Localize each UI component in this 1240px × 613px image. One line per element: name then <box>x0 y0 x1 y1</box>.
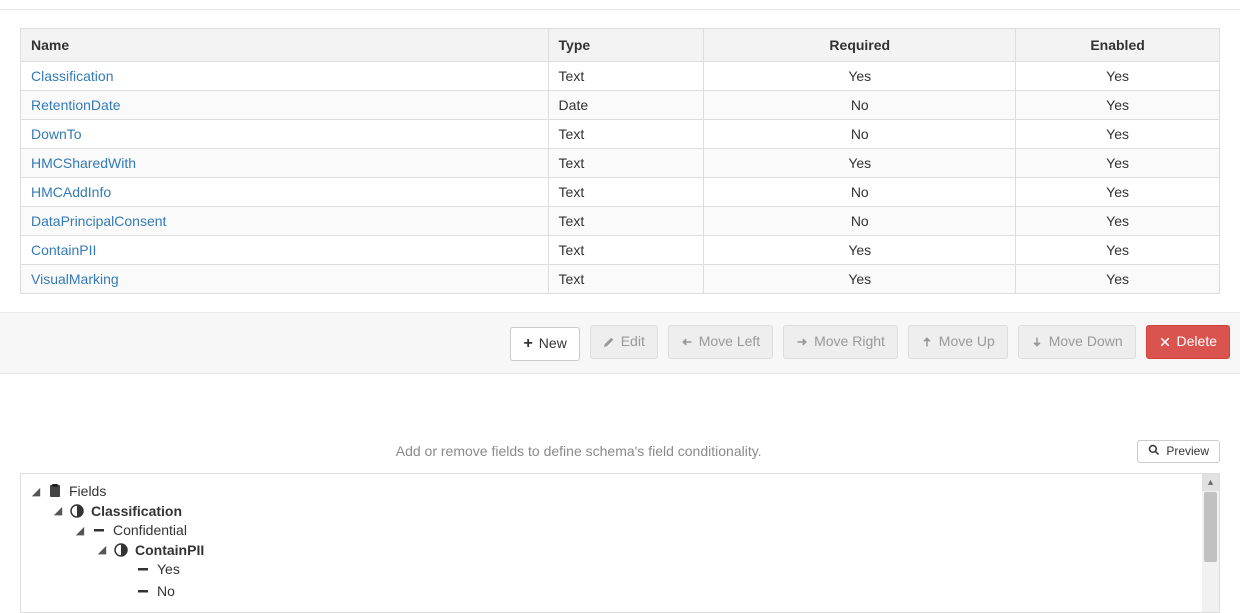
button-label: New <box>539 334 567 354</box>
table-row[interactable]: HMCSharedWith Text Yes Yes <box>21 149 1220 178</box>
scroll-up-icon[interactable]: ▴ <box>1202 474 1219 491</box>
expand-toggle-icon[interactable]: ◢ <box>75 525 85 535</box>
field-required: No <box>704 91 1016 120</box>
plus-icon: + <box>523 338 532 350</box>
button-label: Move Up <box>939 332 995 352</box>
field-required: Yes <box>704 265 1016 294</box>
button-label: Move Down <box>1049 332 1123 352</box>
delete-button[interactable]: Delete <box>1146 325 1230 359</box>
dash-icon <box>91 523 107 537</box>
conditionality-tree-panel: ◢ Fields ◢ Classification <box>20 473 1220 613</box>
field-enabled: Yes <box>1016 178 1220 207</box>
contrast-circle-icon <box>69 504 85 518</box>
table-row[interactable]: DownTo Text No Yes <box>21 120 1220 149</box>
button-label: Preview <box>1166 444 1209 458</box>
arrow-up-icon <box>921 336 933 348</box>
field-link[interactable]: DownTo <box>31 126 82 142</box>
button-label: Move Right <box>814 332 885 352</box>
table-row[interactable]: DataPrincipalConsent Text No Yes <box>21 207 1220 236</box>
arrow-left-icon <box>681 336 693 348</box>
field-enabled: Yes <box>1016 265 1220 294</box>
search-icon <box>1148 444 1160 459</box>
table-toolbar: + New Edit Move Left Move Right Move Up … <box>0 312 1240 374</box>
table-row[interactable]: VisualMarking Text Yes Yes <box>21 265 1220 294</box>
field-required: Yes <box>704 236 1016 265</box>
tree-node-label: Classification <box>91 503 182 519</box>
field-link[interactable]: ContainPII <box>31 242 96 258</box>
tree-node-label: ContainPII <box>135 542 204 558</box>
field-link[interactable]: DataPrincipalConsent <box>31 213 166 229</box>
field-enabled: Yes <box>1016 62 1220 91</box>
table-header-row: Name Type Required Enabled <box>21 29 1220 62</box>
field-type: Text <box>548 178 704 207</box>
col-type[interactable]: Type <box>548 29 704 62</box>
field-type: Text <box>548 62 704 91</box>
dash-icon <box>135 584 151 598</box>
tree-node-yes[interactable]: ◢ Yes <box>119 561 180 577</box>
scrollbar-thumb[interactable] <box>1204 492 1217 562</box>
col-enabled[interactable]: Enabled <box>1016 29 1220 62</box>
tree-node-label: Confidential <box>113 522 187 538</box>
arrow-down-icon <box>1031 336 1043 348</box>
field-link[interactable]: HMCSharedWith <box>31 155 136 171</box>
arrow-right-icon <box>796 336 808 348</box>
tree-node-label: No <box>157 583 175 599</box>
move-down-button[interactable]: Move Down <box>1018 325 1136 359</box>
fields-table: Name Type Required Enabled Classificatio… <box>20 28 1220 294</box>
conditionality-tree: ◢ Fields ◢ Classification <box>21 474 1219 613</box>
move-left-button[interactable]: Move Left <box>668 325 773 359</box>
field-type: Text <box>548 149 704 178</box>
dash-icon <box>135 562 151 576</box>
col-required[interactable]: Required <box>704 29 1016 62</box>
tree-node-label: Yes <box>157 561 180 577</box>
tree-node-containpii[interactable]: ◢ ContainPII <box>97 542 204 558</box>
contrast-circle-icon <box>113 543 129 557</box>
field-required: No <box>704 178 1016 207</box>
field-enabled: Yes <box>1016 120 1220 149</box>
field-link[interactable]: Classification <box>31 68 113 84</box>
field-type: Text <box>548 236 704 265</box>
field-required: Yes <box>704 62 1016 91</box>
field-required: Yes <box>704 149 1016 178</box>
field-link[interactable]: RetentionDate <box>31 97 121 113</box>
preview-button[interactable]: Preview <box>1137 440 1220 463</box>
table-row[interactable]: Classification Text Yes Yes <box>21 62 1220 91</box>
field-type: Date <box>548 91 704 120</box>
field-enabled: Yes <box>1016 91 1220 120</box>
field-link[interactable]: HMCAddInfo <box>31 184 111 200</box>
tree-node-confidential[interactable]: ◢ Confidential <box>75 522 187 538</box>
tree-node-classification[interactable]: ◢ Classification <box>53 503 182 519</box>
table-row[interactable]: ContainPII Text Yes Yes <box>21 236 1220 265</box>
table-row[interactable]: HMCAddInfo Text No Yes <box>21 178 1220 207</box>
field-enabled: Yes <box>1016 149 1220 178</box>
tree-node-fields[interactable]: ◢ Fields <box>31 483 106 499</box>
move-right-button[interactable]: Move Right <box>783 325 898 359</box>
button-label: Edit <box>621 332 645 352</box>
clipboard-icon <box>47 484 63 498</box>
tree-node-no[interactable]: ◢ No <box>119 583 175 599</box>
field-type: Text <box>548 120 704 149</box>
field-type: Text <box>548 265 704 294</box>
edit-button[interactable]: Edit <box>590 325 658 359</box>
close-icon <box>1159 336 1171 348</box>
move-up-button[interactable]: Move Up <box>908 325 1008 359</box>
field-enabled: Yes <box>1016 236 1220 265</box>
new-button[interactable]: + New <box>510 327 579 361</box>
field-type: Text <box>548 207 704 236</box>
button-label: Delete <box>1177 332 1217 352</box>
table-row[interactable]: RetentionDate Date No Yes <box>21 91 1220 120</box>
field-enabled: Yes <box>1016 207 1220 236</box>
field-required: No <box>704 207 1016 236</box>
expand-toggle-icon[interactable]: ◢ <box>53 506 63 516</box>
expand-toggle-icon[interactable]: ◢ <box>31 486 41 496</box>
field-link[interactable]: VisualMarking <box>31 271 119 287</box>
tree-node-label: Fields <box>69 483 106 499</box>
conditionality-description: Add or remove fields to define schema's … <box>20 443 1137 459</box>
col-name[interactable]: Name <box>21 29 549 62</box>
expand-toggle-icon[interactable]: ◢ <box>97 545 107 555</box>
pencil-icon <box>603 336 615 348</box>
scrollbar[interactable]: ▴ <box>1202 474 1219 612</box>
button-label: Move Left <box>699 332 760 352</box>
field-required: No <box>704 120 1016 149</box>
